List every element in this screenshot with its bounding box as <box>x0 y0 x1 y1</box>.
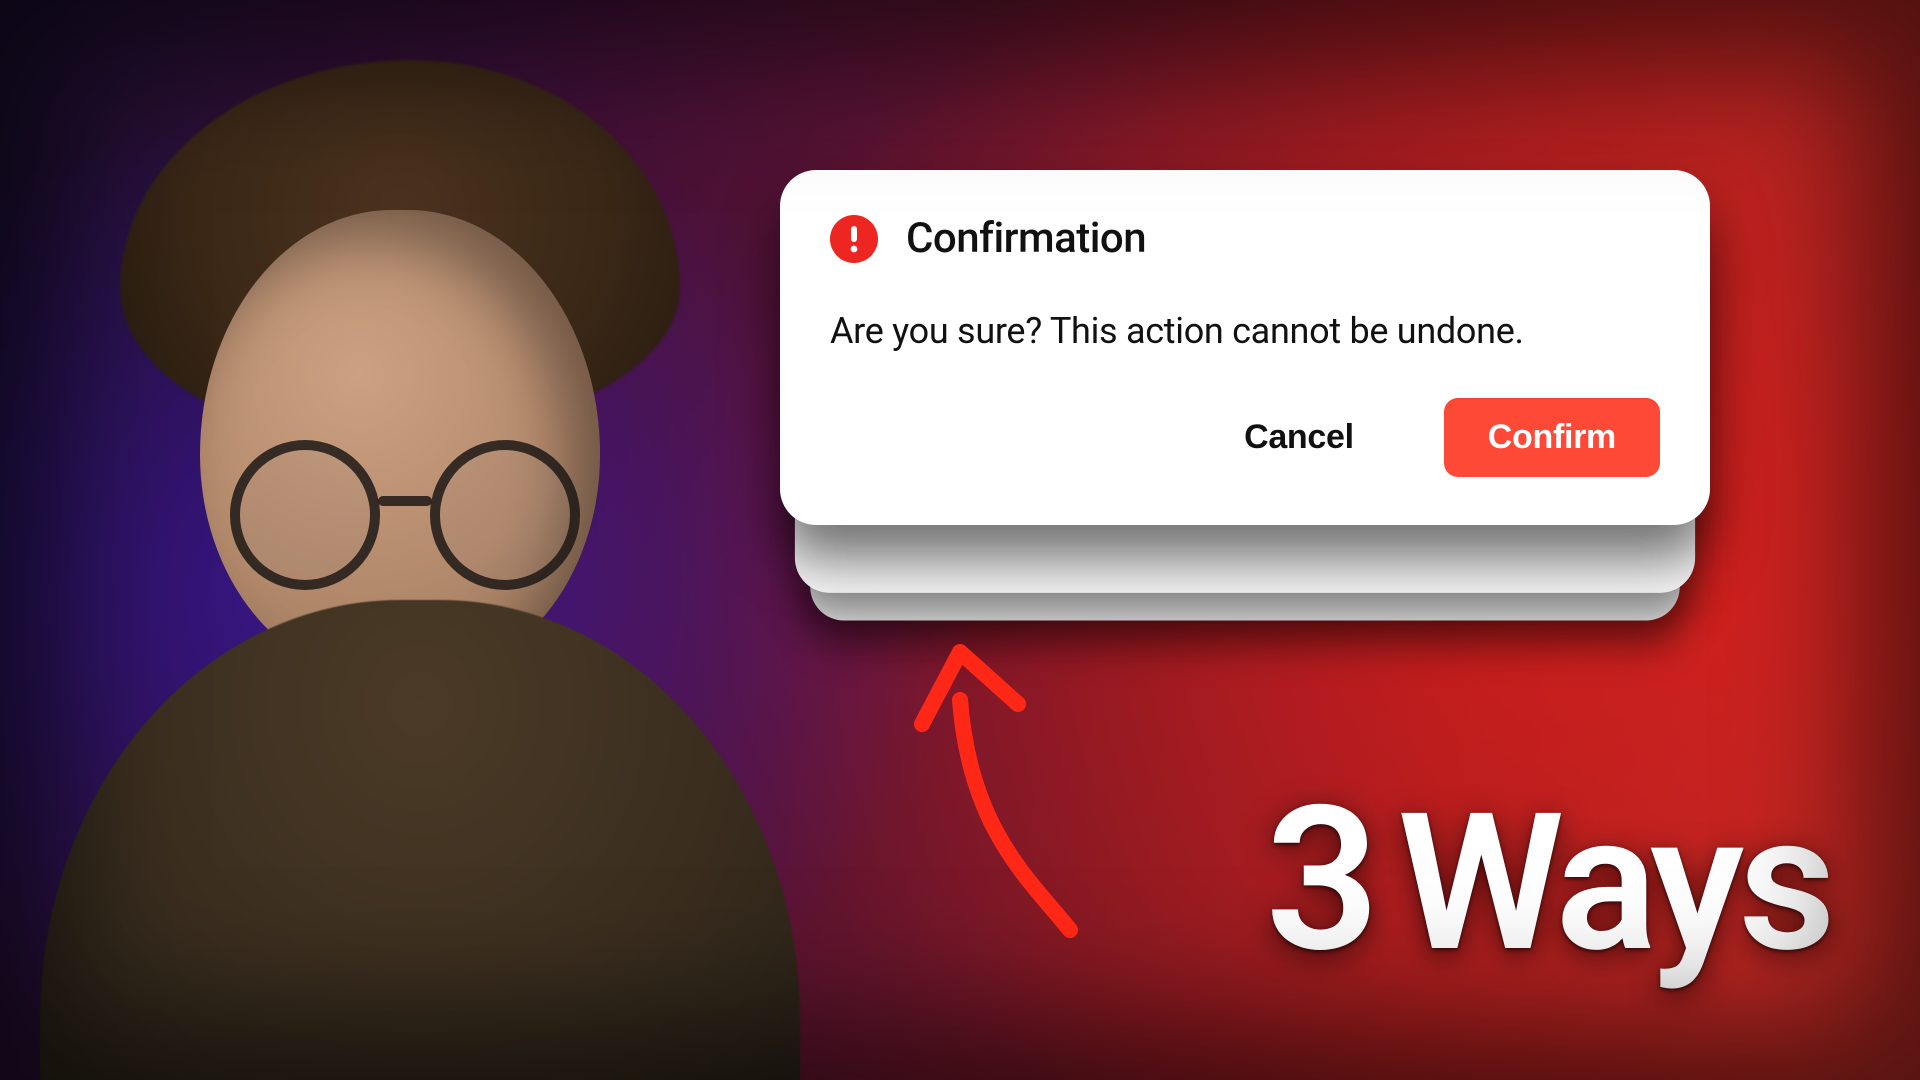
confirmation-dialog: Confirmation Are you sure? This action c… <box>780 170 1710 525</box>
caption-word: Ways <box>1398 789 1830 979</box>
dialog-title: Confirmation <box>906 214 1146 263</box>
confirm-button[interactable]: Confirm <box>1444 398 1660 477</box>
caption: 3 Ways <box>1265 780 1830 980</box>
dialog-stack: Confirmation Are you sure? This action c… <box>780 170 1710 590</box>
thumbnail-stage: Confirmation Are you sure? This action c… <box>0 0 1920 1080</box>
arrow-icon <box>900 640 1120 940</box>
caption-number: 3 <box>1265 780 1373 980</box>
dialog-header: Confirmation <box>830 214 1660 263</box>
dialog-actions: Cancel Confirm <box>830 398 1660 477</box>
presenter-photo <box>0 0 820 1080</box>
warning-icon <box>830 215 878 263</box>
dialog-message: Are you sure? This action cannot be undo… <box>830 309 1660 354</box>
cancel-button[interactable]: Cancel <box>1208 400 1390 475</box>
